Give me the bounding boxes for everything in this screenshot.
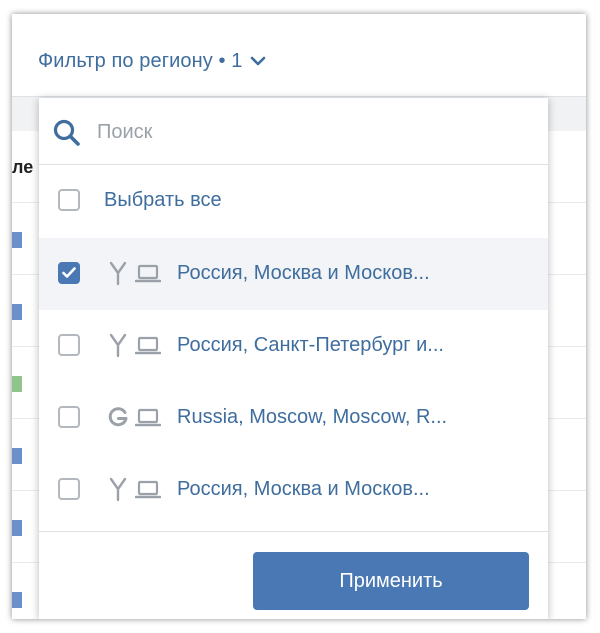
region-option[interactable]: Russia, Moscow, Moscow, R... [39, 382, 548, 454]
region-option[interactable]: Россия, Санкт-Петербург и... [39, 310, 548, 382]
search-icon [53, 119, 80, 146]
option-label: Россия, Москва и Москов... [177, 478, 430, 500]
yandex-icon [109, 477, 127, 502]
yandex-icon [109, 261, 127, 286]
select-all-checkbox[interactable] [58, 189, 80, 211]
option-checkbox[interactable] [58, 478, 80, 500]
background-row-marker [12, 592, 22, 608]
app-frame: Фильтр по региону • 1 ле Выбрать все [12, 14, 586, 619]
yandex-icon [109, 333, 127, 358]
region-filter-label: Фильтр по региону • 1 [38, 49, 243, 72]
region-filter-dropdown: Выбрать все Россия, Москва и Москов... [39, 98, 548, 619]
search-row [39, 98, 548, 165]
dropdown-footer: Применить [39, 531, 548, 619]
laptop-icon [135, 480, 161, 499]
option-checkbox-checked[interactable] [58, 262, 80, 284]
background-column-label: ле [12, 157, 34, 177]
background-row-marker [12, 232, 22, 248]
option-label: Russia, Moscow, Moscow, R... [177, 406, 448, 428]
apply-button[interactable]: Применить [253, 552, 529, 610]
option-checkbox[interactable] [58, 406, 80, 428]
background-row-marker [12, 448, 22, 464]
background-row-marker [12, 376, 22, 392]
google-icon [108, 407, 128, 427]
region-option[interactable]: Россия, Москва и Москов... [39, 454, 548, 526]
select-all-label: Выбрать все [104, 189, 222, 211]
checkmark-icon [62, 267, 76, 278]
background-row-marker [12, 304, 22, 320]
laptop-icon [135, 336, 161, 355]
option-label: Россия, Санкт-Петербург и... [177, 334, 444, 356]
background-row-marker [12, 520, 22, 536]
laptop-icon [135, 408, 161, 427]
page-header: Фильтр по региону • 1 [12, 14, 586, 97]
region-option[interactable]: Россия, Москва и Москов... [39, 238, 548, 310]
laptop-icon [135, 264, 161, 283]
select-all-option[interactable]: Выбрать все [39, 165, 548, 237]
option-label: Россия, Москва и Москов... [177, 262, 430, 284]
option-checkbox[interactable] [58, 334, 80, 356]
region-filter-toggle[interactable]: Фильтр по региону • 1 [38, 48, 266, 74]
search-input[interactable] [95, 114, 529, 150]
chevron-down-icon [251, 56, 266, 66]
